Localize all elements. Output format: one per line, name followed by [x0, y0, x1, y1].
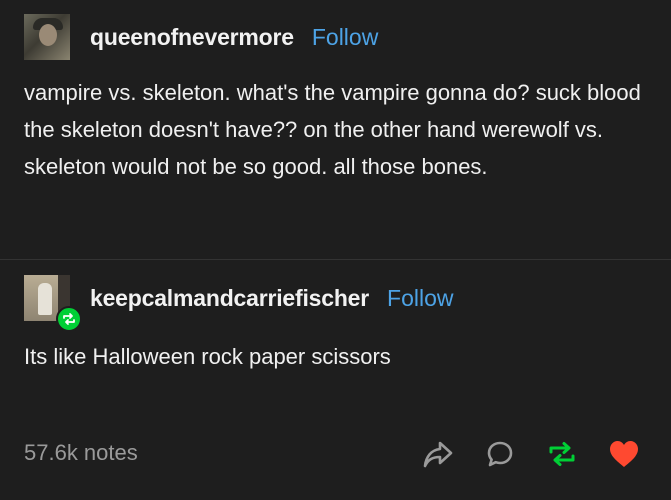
avatar[interactable] — [24, 275, 82, 332]
reply-icon — [487, 441, 513, 467]
follow-button[interactable]: Follow — [387, 285, 453, 312]
share-icon — [423, 441, 453, 468]
reblog-badge-icon — [56, 306, 82, 332]
tumblr-post: queenofnevermore Follow vampire vs. skel… — [0, 0, 671, 500]
reblog-header: keepcalmandcarriefischer Follow — [24, 275, 454, 332]
reblog-button[interactable] — [544, 436, 580, 472]
avatar-face-shape — [39, 24, 57, 46]
reblog-text: Its like Halloween rock paper scissors — [24, 344, 391, 369]
original-post-text: vampire vs. skeleton. what's the vampire… — [24, 80, 641, 179]
username-link[interactable]: queenofnevermore — [90, 24, 294, 51]
share-button[interactable] — [420, 436, 456, 472]
post-actions — [420, 436, 642, 472]
reply-button[interactable] — [482, 436, 518, 472]
notes-count[interactable]: 57.6k notes — [24, 440, 138, 466]
heart-icon — [610, 441, 638, 467]
username-link[interactable]: keepcalmandcarriefischer — [90, 285, 369, 312]
original-post-header: queenofnevermore Follow — [24, 14, 378, 60]
follow-button[interactable]: Follow — [312, 24, 378, 51]
divider — [0, 259, 671, 260]
avatar-figure-shape — [38, 283, 52, 315]
like-button[interactable] — [606, 436, 642, 472]
reblog-icon — [549, 442, 575, 466]
avatar[interactable] — [24, 14, 70, 60]
